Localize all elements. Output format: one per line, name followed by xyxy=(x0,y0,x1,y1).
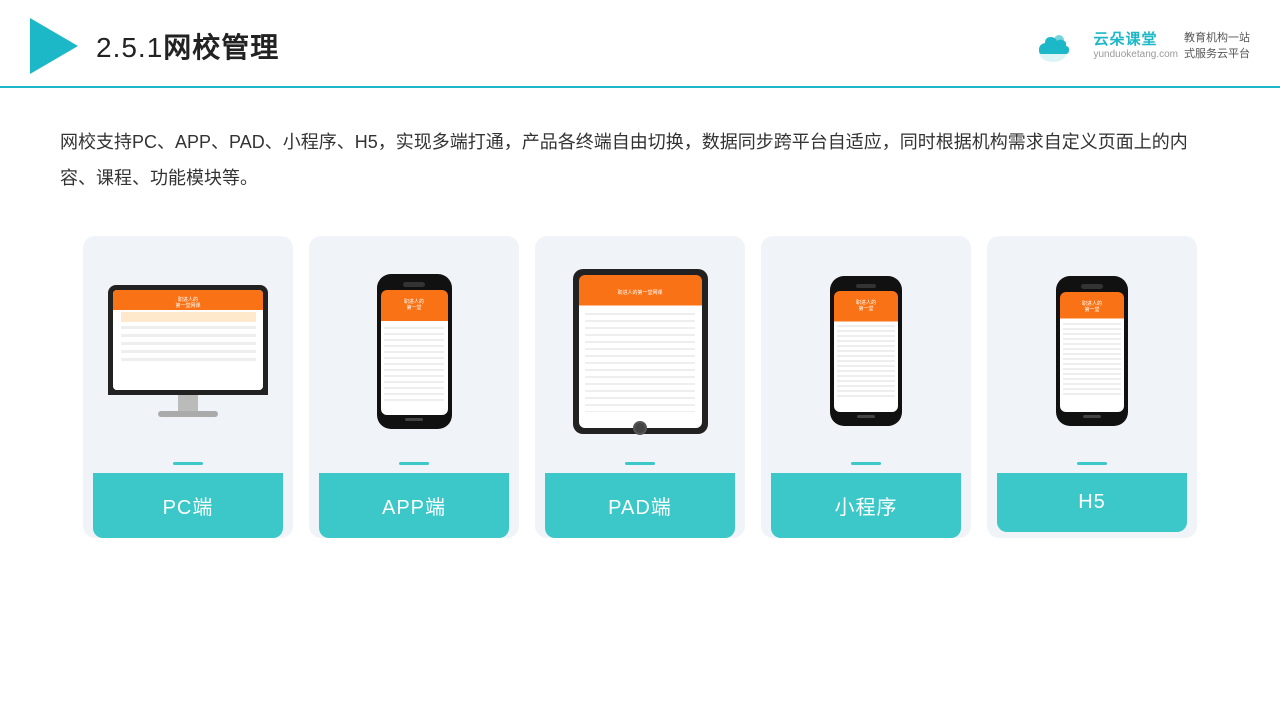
card-pc-label: PC端 xyxy=(93,473,283,538)
description-text: 网校支持PC、APP、PAD、小程序、H5，实现多端打通，产品各终端自由切换，数… xyxy=(0,88,1280,216)
app-device-icon: 职进人的第一堂 xyxy=(377,274,452,429)
page-title: 2.5.1网校管理 xyxy=(96,26,279,66)
logo-triangle-icon xyxy=(30,18,78,74)
card-pc: 职进人的第一堂网课 PC端 xyxy=(83,236,293,538)
device-cards: 职进人的第一堂网课 PC端 职进人的第一堂 xyxy=(0,216,1280,558)
tablet-home-btn xyxy=(633,421,647,435)
page-header: 2.5.1网校管理 云朵课堂 yunduoketang.com 教育机构一站 式… xyxy=(0,0,1280,88)
card-app-bar xyxy=(399,462,429,465)
miniprogram-notch xyxy=(856,284,876,288)
miniprogram-device-icon: 职进人的第一堂 xyxy=(830,276,902,426)
card-app-label: APP端 xyxy=(319,473,509,538)
brand-slogan: 教育机构一站 式服务云平台 xyxy=(1184,30,1250,63)
card-h5-label: H5 xyxy=(997,473,1187,532)
header-left: 2.5.1网校管理 xyxy=(30,18,279,74)
card-miniprogram: 职进人的第一堂 小程序 xyxy=(761,236,971,538)
miniprogram-home-btn xyxy=(857,415,875,418)
card-h5-image: 职进人的第一堂 xyxy=(997,256,1187,446)
card-pad-image: 职进人的第一堂网课 xyxy=(545,256,735,446)
card-h5-bar xyxy=(1077,462,1107,465)
h5-notch xyxy=(1081,284,1103,289)
card-pc-image: 职进人的第一堂网课 xyxy=(93,256,283,446)
cloud-icon xyxy=(1031,28,1087,64)
card-miniprogram-label: 小程序 xyxy=(771,473,961,538)
card-app-image: 职进人的第一堂 xyxy=(319,256,509,446)
pad-device-icon: 职进人的第一堂网课 xyxy=(573,269,708,434)
card-pad-bar xyxy=(625,462,655,465)
card-miniprogram-bar xyxy=(851,462,881,465)
h5-device-icon: 职进人的第一堂 xyxy=(1056,276,1128,426)
card-app: 职进人的第一堂 APP端 xyxy=(309,236,519,538)
card-pad: 职进人的第一堂网课 PAD端 xyxy=(535,236,745,538)
brand-logo: 云朵课堂 yunduoketang.com 教育机构一站 式服务云平台 xyxy=(1031,28,1250,64)
miniprogram-screen: 职进人的第一堂 xyxy=(834,291,898,412)
brand-text: 云朵课堂 yunduoketang.com xyxy=(1093,31,1178,61)
phone-home-btn xyxy=(405,418,423,421)
phone-notch xyxy=(403,282,425,287)
h5-screen: 职进人的第一堂 xyxy=(1060,292,1124,412)
tablet-screen: 职进人的第一堂网课 xyxy=(579,275,702,428)
h5-home-btn xyxy=(1083,415,1101,418)
card-pad-label: PAD端 xyxy=(545,473,735,538)
card-miniprogram-image: 职进人的第一堂 xyxy=(771,256,961,446)
phone-screen: 职进人的第一堂 xyxy=(381,290,448,415)
card-pc-bar xyxy=(173,462,203,465)
pc-device-icon: 职进人的第一堂网课 xyxy=(108,285,268,417)
card-h5: 职进人的第一堂 H5 xyxy=(987,236,1197,538)
